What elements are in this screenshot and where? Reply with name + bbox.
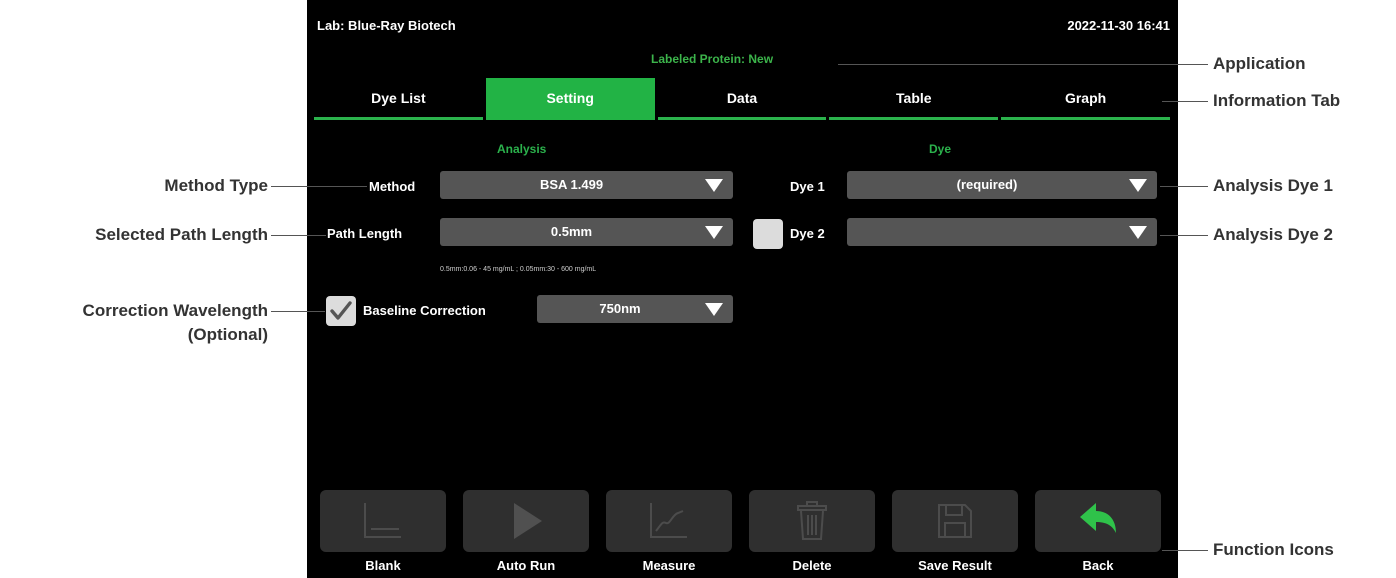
save-disk-icon <box>938 504 972 538</box>
dye2-checkbox[interactable] <box>753 219 783 249</box>
back-label: Back <box>1082 558 1114 573</box>
chevron-down-icon <box>1129 179 1147 192</box>
method-dropdown[interactable]: BSA 1.499 <box>440 171 733 199</box>
tab-setting[interactable]: Setting <box>485 78 655 120</box>
tab-dye-list[interactable]: Dye List <box>314 78 483 120</box>
callout-line-function-icons <box>1162 550 1208 551</box>
dye1-dropdown[interactable]: (required) <box>847 171 1157 199</box>
chevron-down-icon <box>705 226 723 239</box>
callout-application: Application <box>1213 54 1306 73</box>
check-icon <box>330 301 352 320</box>
dye2-label: Dye 2 <box>790 226 825 241</box>
delete-label: Delete <box>792 558 832 573</box>
save-result-button[interactable] <box>892 490 1018 552</box>
blank-label: Blank <box>365 558 401 573</box>
datetime: 2022-11-30 16:41 <box>1067 18 1170 33</box>
measure-button[interactable] <box>606 490 732 552</box>
auto-run-button[interactable] <box>463 490 589 552</box>
callout-analysis-dye-1: Analysis Dye 1 <box>1213 176 1334 195</box>
callout-line-analysis-dye-2 <box>1160 235 1208 236</box>
tab-table[interactable]: Table <box>829 78 999 120</box>
lab-name: Lab: Blue-Ray Biotech <box>317 18 456 33</box>
baseline-correction-checkbox[interactable] <box>326 296 356 326</box>
dye2-dropdown[interactable] <box>847 218 1157 246</box>
dye1-value: (required) <box>956 177 1018 192</box>
callout-line-information-tab <box>1162 101 1208 102</box>
callout-information-tab: Information Tab <box>1213 91 1341 110</box>
baseline-wavelength-dropdown[interactable]: 750nm <box>537 295 733 323</box>
device-screen: Lab: Blue-Ray Biotech 2022-11-30 16:41 L… <box>307 0 1178 578</box>
chevron-down-icon <box>705 179 723 192</box>
callout-method-type: Method Type <box>164 176 268 195</box>
callout-line-application <box>838 64 1208 65</box>
method-label: Method <box>369 179 416 194</box>
callout-line-correction-wavelength <box>271 311 325 312</box>
baseline-correction-label: Baseline Correction <box>363 303 486 318</box>
dye1-label: Dye 1 <box>790 179 825 194</box>
path-length-value: 0.5mm <box>550 224 593 239</box>
analysis-section-title: Analysis <box>497 142 547 156</box>
chevron-down-icon <box>705 303 723 316</box>
method-value: BSA 1.499 <box>539 177 604 192</box>
callout-correction-wavelength: Correction Wavelength <box>82 301 268 320</box>
tab-graph[interactable]: Graph <box>1001 78 1170 120</box>
path-length-dropdown[interactable]: 0.5mm <box>440 218 733 246</box>
application-name: Labeled Protein: New <box>651 52 774 66</box>
play-icon <box>514 503 542 539</box>
path-length-label: Path Length <box>327 226 403 241</box>
chevron-down-icon <box>1129 226 1147 239</box>
dye-section-title: Dye <box>929 142 952 156</box>
callout-line-selected-path-length <box>271 235 326 236</box>
blank-baseline-icon <box>364 503 401 538</box>
callout-selected-path-length: Selected Path Length <box>95 225 268 244</box>
baseline-wavelength-value: 750nm <box>599 301 641 316</box>
callout-analysis-dye-2: Analysis Dye 2 <box>1213 225 1334 244</box>
save-result-label: Save Result <box>918 558 992 573</box>
back-arrow-icon <box>1080 503 1116 533</box>
callout-correction-wavelength-optional: (Optional) <box>187 325 268 344</box>
callout-line-analysis-dye-1 <box>1160 186 1208 187</box>
blank-button[interactable] <box>320 490 446 552</box>
measure-label: Measure <box>642 558 696 573</box>
auto-run-label: Auto Run <box>496 558 556 573</box>
back-button[interactable] <box>1035 490 1161 552</box>
delete-button[interactable] <box>749 490 875 552</box>
tab-data[interactable]: Data <box>657 78 827 120</box>
function-bar: Blank Auto Run Measure Delete Save Resul… <box>307 490 1178 578</box>
callout-function-icons: Function Icons <box>1213 540 1334 559</box>
tab-bar: Dye List Setting Data Table Graph <box>314 78 1170 120</box>
measure-chart-icon <box>650 503 687 538</box>
path-length-range-note: 0.5mm:0.06 - 45 mg/mL ; 0.05mm:30 - 600 … <box>440 266 597 273</box>
trash-icon <box>797 501 827 540</box>
callout-line-method-type <box>271 186 367 187</box>
